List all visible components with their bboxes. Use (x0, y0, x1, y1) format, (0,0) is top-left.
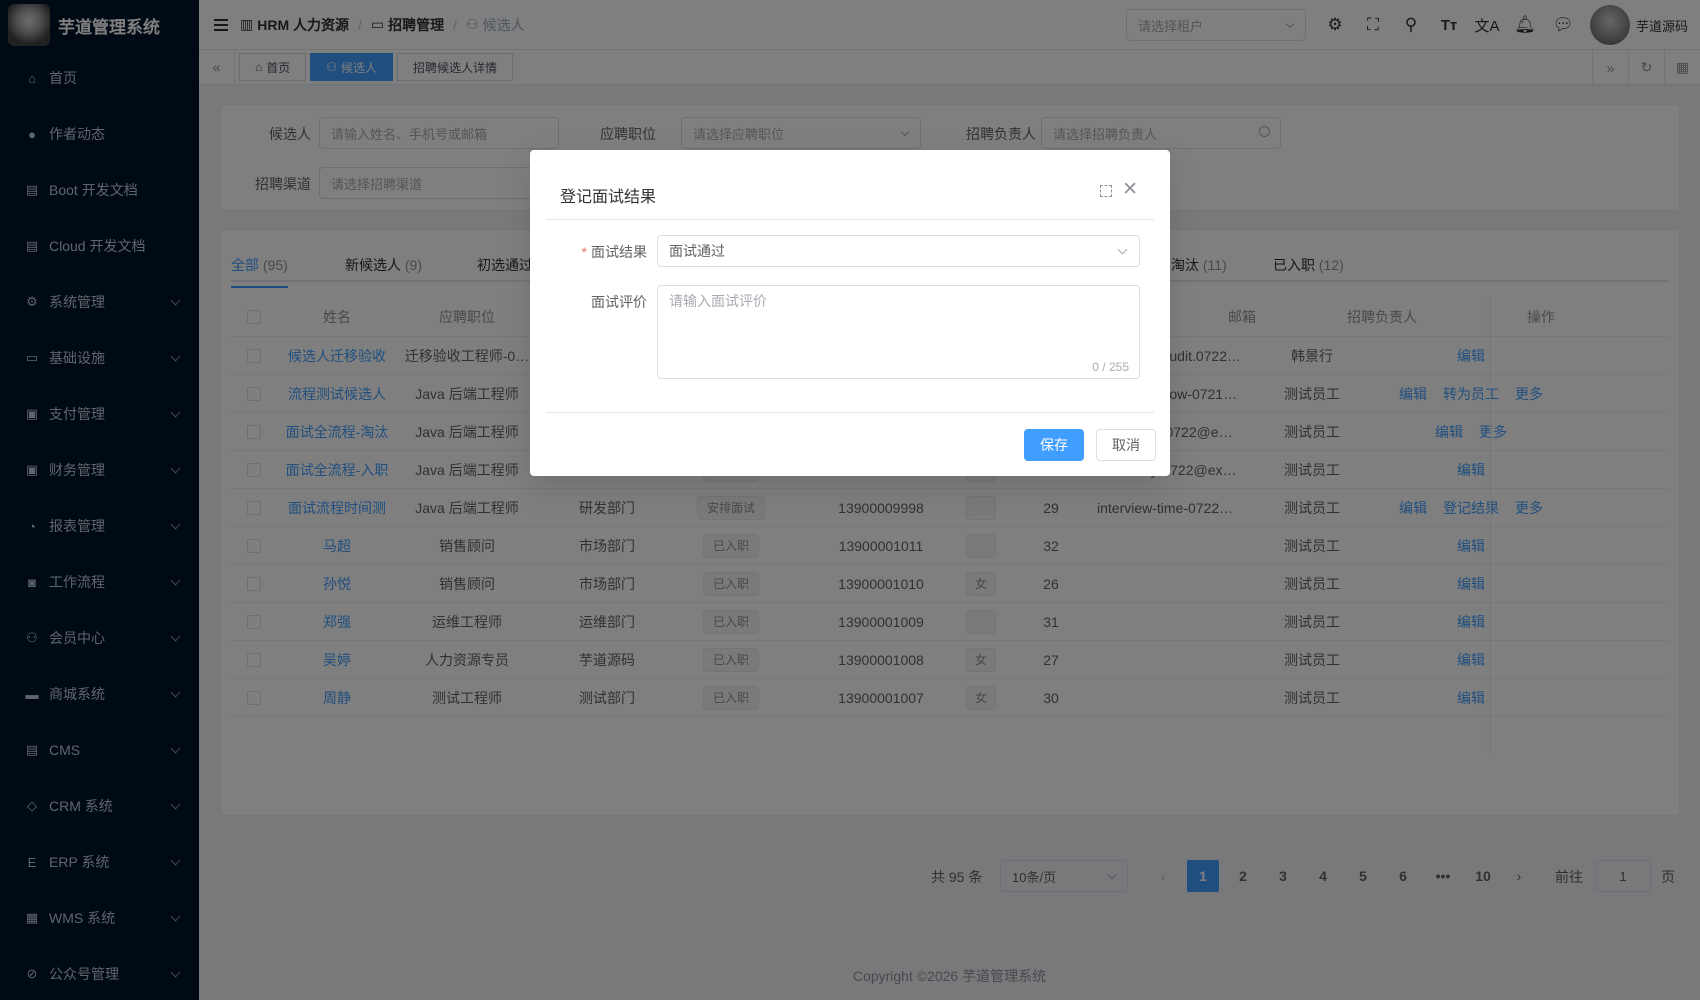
result-label: * 面试结果 (581, 244, 647, 260)
maximize-icon[interactable] (1100, 185, 1112, 197)
chevron-down-icon (1117, 244, 1128, 255)
interview-result-dialog: 登记面试结果 ✕ * 面试结果 面试通过 面试评价 请输入面试评价 0 / 255 … (530, 150, 1170, 476)
cancel-button[interactable]: 取消 (1096, 429, 1156, 461)
char-count: 0 / 255 (1092, 360, 1129, 374)
dialog-footer-divider (546, 412, 1154, 413)
comment-label: 面试评价 (591, 294, 647, 310)
comment-textarea[interactable]: 请输入面试评价 0 / 255 (657, 285, 1140, 379)
close-icon[interactable]: ✕ (1122, 178, 1138, 201)
dialog-title: 登记面试结果 (560, 189, 657, 206)
dialog-header-divider (546, 219, 1154, 220)
result-select[interactable]: 面试通过 (657, 235, 1140, 267)
save-button[interactable]: 保存 (1024, 429, 1084, 461)
